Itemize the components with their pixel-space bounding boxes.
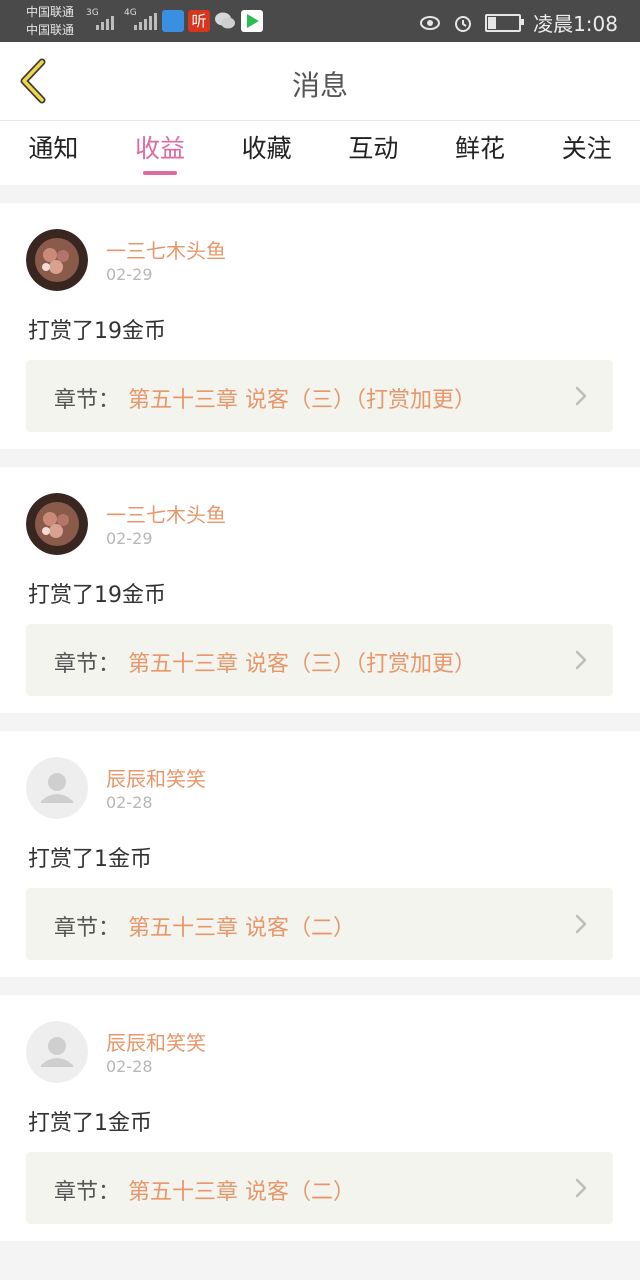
username[interactable]: 一三七木头鱼 [106, 499, 226, 528]
tab-favorites[interactable]: 收藏 [213, 121, 320, 185]
wechat-icon [214, 10, 236, 32]
list-item: 一三七木头鱼 02-29 打赏了19金币 章节： 第五十三章 说客（三）（打赏加… [0, 467, 640, 713]
tab-following[interactable]: 关注 [533, 121, 640, 185]
chapter-link[interactable]: 章节： 第五十三章 说客（三）（打赏加更） [26, 360, 613, 432]
chevron-right-icon [575, 386, 587, 406]
chapter-title: 第五十三章 说客（二） [128, 1180, 355, 1205]
chevron-right-icon [575, 914, 587, 934]
chapter-label: 章节： [54, 652, 121, 677]
chevron-right-icon [575, 1178, 587, 1198]
app-header: 消息 [0, 42, 640, 121]
chevron-right-icon [575, 650, 587, 670]
message-text: 打赏了19金币 [28, 319, 166, 344]
chapter-label: 章节： [54, 916, 121, 941]
chapter-title: 第五十三章 说客（三）（打赏加更） [128, 652, 476, 677]
tab-bar: 通知 收益 收藏 互动 鲜花 关注 [0, 121, 640, 185]
message-date: 02-29 [106, 265, 153, 284]
listen-app-icon: 听 [188, 10, 210, 32]
list-item: 辰辰和笑笑 02-28 打赏了1金币 章节： 第五十三章 说客（二） [0, 731, 640, 977]
tab-notify[interactable]: 通知 [0, 121, 107, 185]
chapter-label: 章节： [54, 388, 121, 413]
tab-interaction[interactable]: 互动 [320, 121, 427, 185]
chapter-label: 章节： [54, 1180, 121, 1205]
message-date: 02-28 [106, 1057, 153, 1076]
chapter-link[interactable]: 章节： 第五十三章 说客（二） [26, 888, 613, 960]
message-text: 打赏了1金币 [28, 1111, 152, 1136]
chapter-title: 第五十三章 说客（三）（打赏加更） [128, 388, 476, 413]
status-time: 凌晨1:08 [533, 12, 618, 36]
tab-earnings[interactable]: 收益 [107, 121, 214, 185]
default-avatar-icon[interactable] [26, 1021, 88, 1083]
username[interactable]: 辰辰和笑笑 [106, 763, 206, 792]
video-app-icon [241, 10, 263, 32]
avatar[interactable] [26, 493, 88, 555]
message-text: 打赏了1金币 [28, 847, 152, 872]
signal-icon [96, 10, 114, 30]
message-text: 打赏了19金币 [28, 583, 166, 608]
alarm-icon [455, 15, 472, 32]
username[interactable]: 一三七木头鱼 [106, 235, 226, 264]
chapter-title: 第五十三章 说客（二） [128, 916, 355, 941]
carrier-info: 中国联通 中国联通 [26, 3, 74, 39]
list-item: 一三七木头鱼 02-29 打赏了19金币 章节： 第五十三章 说客（三）（打赏加… [0, 203, 640, 449]
page-title: 消息 [291, 69, 348, 102]
chapter-link[interactable]: 章节： 第五十三章 说客（二） [26, 1152, 613, 1224]
list-item: 辰辰和笑笑 02-28 打赏了1金币 章节： 第五十三章 说客（二） [0, 995, 640, 1241]
avatar[interactable] [26, 229, 88, 291]
battery-icon [485, 13, 525, 32]
username[interactable]: 辰辰和笑笑 [106, 1027, 206, 1056]
carrier-1: 中国联通 [26, 5, 75, 19]
tab-flowers[interactable]: 鲜花 [427, 121, 534, 185]
default-avatar-icon[interactable] [26, 757, 88, 819]
message-date: 02-29 [106, 529, 153, 548]
status-bar: 中国联通 中国联通 3G 4G 听 凌晨1:08 [0, 0, 640, 42]
signal-icon-2 [134, 10, 157, 30]
message-app-icon [162, 10, 184, 32]
carrier-2: 中国联通 [26, 23, 75, 37]
chapter-link[interactable]: 章节： 第五十三章 说客（三）（打赏加更） [26, 624, 613, 696]
message-list: 一三七木头鱼 02-29 打赏了19金币 章节： 第五十三章 说客（三）（打赏加… [0, 203, 640, 1259]
message-date: 02-28 [106, 793, 153, 812]
eye-icon [420, 15, 441, 30]
